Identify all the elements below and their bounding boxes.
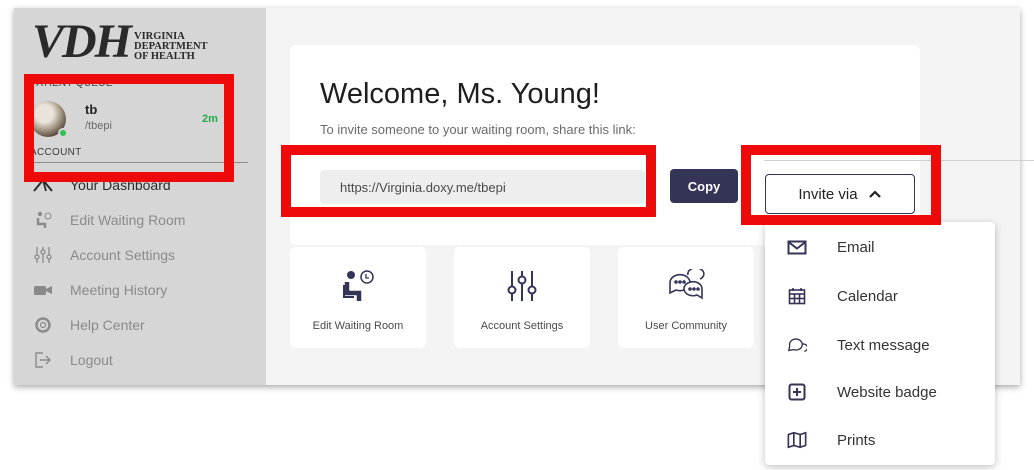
chat-bubbles-icon <box>618 269 754 303</box>
tile-label: Edit Waiting Room <box>312 320 404 332</box>
sidebar-item-account-settings[interactable]: Account Settings <box>30 243 175 267</box>
tile-label: User Community <box>645 320 727 332</box>
sidebar-item-logout[interactable]: Logout <box>30 348 113 372</box>
waiting-room-icon <box>30 211 56 229</box>
sidebar-item-label: Account Settings <box>70 247 176 263</box>
sidebar: VDH VIRGINIA DEPARTMENT OF HEALTH PATIEN… <box>14 8 266 385</box>
logout-icon <box>30 351 56 369</box>
logo-text: VIRGINIA DEPARTMENT OF HEALTH <box>134 31 208 62</box>
sidebar-item-edit-waiting-room[interactable]: Edit Waiting Room <box>30 208 185 232</box>
settings-sliders-icon <box>30 246 56 264</box>
menu-item-label: Prints <box>837 431 876 449</box>
highlight-box-patient-queue <box>24 74 234 182</box>
menu-item-label: Text message <box>837 336 930 354</box>
invite-option-website-badge[interactable]: Website badge <box>765 374 995 410</box>
menu-item-label: Website badge <box>837 383 937 401</box>
menu-item-label: Email <box>837 238 875 256</box>
settings-sliders-icon <box>454 269 590 303</box>
invite-option-email[interactable]: Email <box>765 229 995 265</box>
camera-icon <box>30 281 56 299</box>
logo-mark: VDH <box>32 15 132 68</box>
waiting-room-icon <box>290 269 426 303</box>
screenshot-stage: VDH VIRGINIA DEPARTMENT OF HEALTH PATIEN… <box>0 0 1034 470</box>
page-title: Welcome, Ms. Young! <box>320 78 600 110</box>
invite-option-text-message[interactable]: Text message <box>765 327 995 363</box>
sidebar-item-meeting-history[interactable]: Meeting History <box>30 278 167 302</box>
plus-square-icon <box>787 382 807 402</box>
calendar-icon <box>787 286 807 306</box>
invite-option-calendar[interactable]: Calendar <box>765 278 995 314</box>
lifebuoy-icon <box>30 316 56 334</box>
sidebar-item-label: Help Center <box>70 317 145 333</box>
menu-item-label: Calendar <box>837 287 898 305</box>
tile-edit-waiting-room[interactable]: Edit Waiting Room <box>290 247 426 348</box>
tile-label: Account Settings <box>480 320 564 332</box>
copy-button[interactable]: Copy <box>670 169 738 203</box>
highlight-box-room-link <box>281 145 656 217</box>
sidebar-item-help-center[interactable]: Help Center <box>30 313 145 337</box>
invite-option-prints[interactable]: Prints <box>765 422 995 458</box>
map-fold-icon <box>787 430 807 450</box>
tile-user-community[interactable]: User Community <box>618 247 754 348</box>
vdh-logo[interactable]: VDH VIRGINIA DEPARTMENT OF HEALTH <box>32 15 208 68</box>
envelope-icon <box>787 237 807 257</box>
invite-dropdown-menu: Email Calendar Text message Website badg… <box>765 222 995 465</box>
invite-instructions: To invite someone to your waiting room, … <box>320 122 636 137</box>
sidebar-item-label: Meeting History <box>70 282 168 298</box>
tile-account-settings[interactable]: Account Settings <box>454 247 590 348</box>
highlight-box-invite-via <box>741 145 941 225</box>
speech-bubbles-icon <box>787 335 807 355</box>
sidebar-item-label: Edit Waiting Room <box>70 212 186 228</box>
sidebar-item-label: Logout <box>70 352 113 368</box>
